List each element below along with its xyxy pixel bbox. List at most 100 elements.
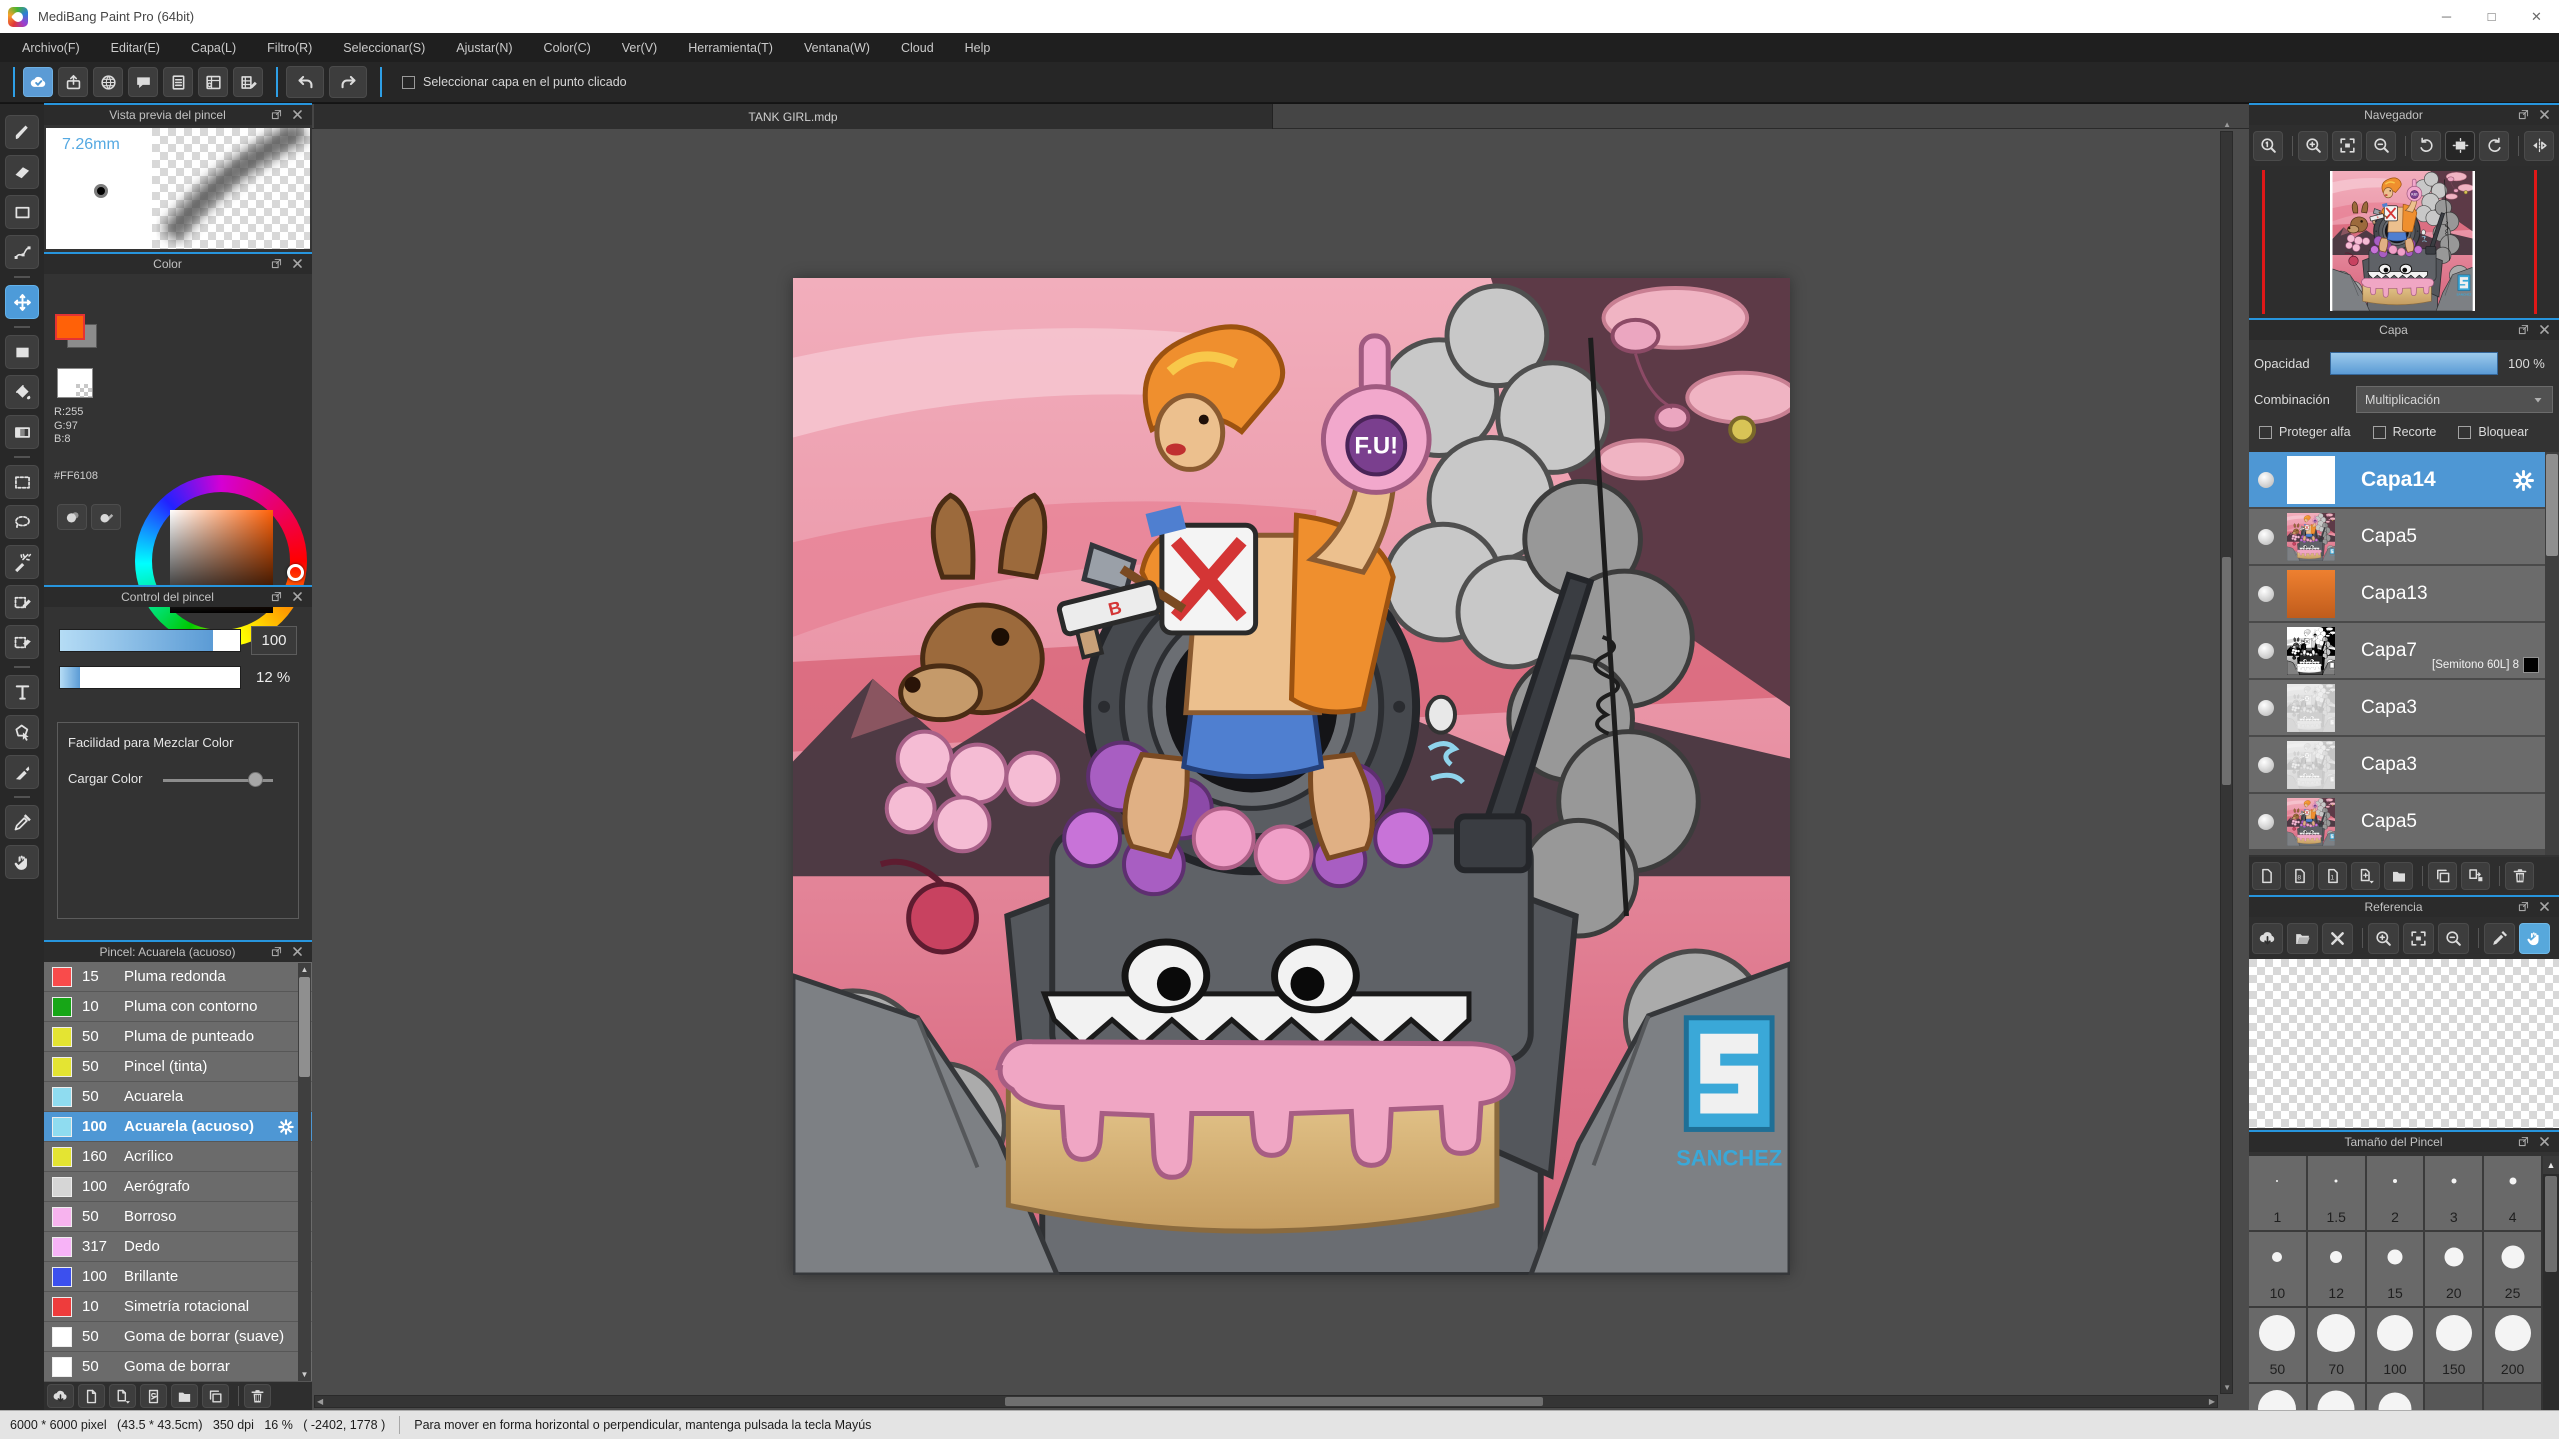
gradient-tool[interactable] (5, 415, 39, 449)
popout-icon[interactable] (270, 945, 284, 959)
brush-size-cell[interactable]: 200 (2484, 1308, 2541, 1382)
brush-size-cell[interactable]: 12 (2308, 1232, 2365, 1306)
comment-button[interactable] (128, 67, 158, 97)
menu-item-archivo[interactable]: Archivo(F) (22, 41, 80, 55)
popout-icon[interactable] (270, 257, 284, 271)
brush-size-cell[interactable]: 1.5 (2308, 1156, 2365, 1230)
knife-tool[interactable] (5, 755, 39, 789)
menu-item-capa[interactable]: Capa(L) (191, 41, 236, 55)
document-button[interactable] (163, 67, 193, 97)
brush-list-scrollbar[interactable]: ▲ ▼ (298, 963, 311, 1381)
popout-icon[interactable] (2517, 323, 2531, 337)
navigator-view[interactable] (2249, 166, 2559, 318)
clear-button[interactable] (2322, 923, 2353, 954)
brush-size-cell[interactable]: 10 (2249, 1232, 2306, 1306)
close-icon[interactable] (2538, 323, 2552, 337)
gear-icon[interactable] (2510, 467, 2537, 494)
menu-item-ajustar[interactable]: Ajustar(N) (456, 41, 512, 55)
close-icon[interactable] (2538, 1135, 2552, 1149)
menu-item-ventana[interactable]: Ventana(W) (804, 41, 870, 55)
layer-row[interactable]: Capa5 (2249, 509, 2559, 566)
checkbox-bloquear[interactable] (2458, 426, 2471, 439)
layer-list-scrollbar[interactable] (2545, 452, 2559, 855)
brush-size-scrollbar[interactable]: ▲ (2543, 1156, 2559, 1439)
rotate-right-button[interactable] (2479, 131, 2509, 161)
publish-button[interactable] (58, 67, 88, 97)
brush-tool[interactable] (5, 115, 39, 149)
redo-button[interactable] (329, 66, 367, 98)
new-doc-menu-button[interactable] (109, 1384, 136, 1408)
brush-list-item[interactable]: 50Goma de borrar (suave) (44, 1322, 312, 1352)
layer-visibility-dot[interactable] (2258, 472, 2274, 488)
zoom-actual-button[interactable] (2253, 131, 2283, 161)
close-button[interactable]: ✕ (2514, 0, 2559, 33)
close-icon[interactable] (2538, 108, 2552, 122)
layer-row[interactable]: Capa14 (2249, 452, 2559, 509)
new-doc-button[interactable] (78, 1384, 105, 1408)
fill-shape-tool[interactable] (5, 335, 39, 369)
brush-size-cell[interactable]: 1 (2249, 1156, 2306, 1230)
hand-tool[interactable] (5, 845, 39, 879)
palette-edit-button[interactable] (91, 504, 121, 530)
web-gallery-button[interactable] (93, 67, 123, 97)
edit-grid-button[interactable] (233, 67, 263, 97)
folder-button[interactable] (171, 1384, 198, 1408)
select-pen-tool[interactable] (5, 585, 39, 619)
gear-icon[interactable] (276, 1117, 296, 1137)
duplicate-button[interactable] (2428, 862, 2457, 890)
reference-view[interactable] (2249, 959, 2559, 1128)
duplicate-button[interactable] (202, 1384, 229, 1408)
load-color-thumb[interactable] (248, 772, 263, 787)
scroll-down-icon[interactable]: ▼ (298, 1368, 311, 1381)
brush-list-item[interactable]: 50Pluma de punteado (44, 1022, 312, 1052)
text-tool[interactable] (5, 675, 39, 709)
maximize-button[interactable]: □ (2469, 0, 2514, 33)
layer-row[interactable]: Capa13 (2249, 566, 2559, 623)
close-icon[interactable] (291, 945, 305, 959)
zoom-in-button[interactable] (2298, 131, 2328, 161)
layer-8-button[interactable]: 8 (2285, 862, 2314, 890)
add-layer-menu-button[interactable] (2351, 862, 2380, 890)
scroll-down-icon[interactable]: ▼ (2223, 1383, 2231, 1393)
brush-size-cell[interactable]: 150 (2425, 1308, 2482, 1382)
brush-list-item[interactable]: 100Aerógrafo (44, 1172, 312, 1202)
flip-h-button[interactable] (2524, 131, 2554, 161)
layer-visibility-dot[interactable] (2258, 700, 2274, 716)
bucket-tool[interactable] (5, 375, 39, 409)
brush-size-cell[interactable]: 20 (2425, 1232, 2482, 1306)
canvas-artwork[interactable] (793, 278, 1790, 1275)
layer-visibility-dot[interactable] (2258, 757, 2274, 773)
select-layer-checkbox[interactable] (402, 76, 415, 89)
brush-size-cell[interactable]: 50 (2249, 1308, 2306, 1382)
layer-row[interactable]: Capa3 (2249, 680, 2559, 737)
brush-list-item[interactable]: 317Dedo (44, 1232, 312, 1262)
select-eraser-tool[interactable] (5, 625, 39, 659)
brush-list-item[interactable]: 10Pluma con contorno (44, 992, 312, 1022)
brush-size-cell[interactable]: 100 (2367, 1308, 2424, 1382)
canvas-vertical-scrollbar[interactable] (2220, 131, 2233, 1394)
opacity-slider[interactable] (2330, 352, 2498, 375)
brush-size-cell[interactable]: 4 (2484, 1156, 2541, 1230)
object-tool[interactable] (5, 715, 39, 749)
close-icon[interactable] (291, 590, 305, 604)
cloud-down-button[interactable] (47, 1384, 74, 1408)
minimize-button[interactable]: ─ (2424, 0, 2469, 33)
menu-item-seleccionar[interactable]: Seleccionar(S) (343, 41, 425, 55)
menu-item-herramienta[interactable]: Herramienta(T) (688, 41, 773, 55)
scroll-right-icon[interactable]: ▶ (2209, 1397, 2215, 1407)
popout-icon[interactable] (270, 108, 284, 122)
undo-button[interactable] (286, 66, 324, 98)
scroll-up-icon[interactable]: ▲ (298, 963, 311, 976)
layer-visibility-dot[interactable] (2258, 814, 2274, 830)
brush-list-item[interactable]: 100Acuarela (acuoso) (44, 1112, 312, 1142)
brush-list-item[interactable]: 160Acrílico (44, 1142, 312, 1172)
brush-size-cell[interactable]: 3 (2425, 1156, 2482, 1230)
layer-visibility-dot[interactable] (2258, 643, 2274, 659)
layer-visibility-dot[interactable] (2258, 586, 2274, 602)
menu-item-ver[interactable]: Ver(V) (622, 41, 657, 55)
transparent-color-swatch[interactable] (57, 368, 93, 398)
layer-row[interactable]: Capa3 (2249, 737, 2559, 794)
palette-button[interactable] (57, 504, 87, 530)
menu-item-cloud[interactable]: Cloud (901, 41, 934, 55)
hue-marker[interactable] (287, 564, 304, 581)
